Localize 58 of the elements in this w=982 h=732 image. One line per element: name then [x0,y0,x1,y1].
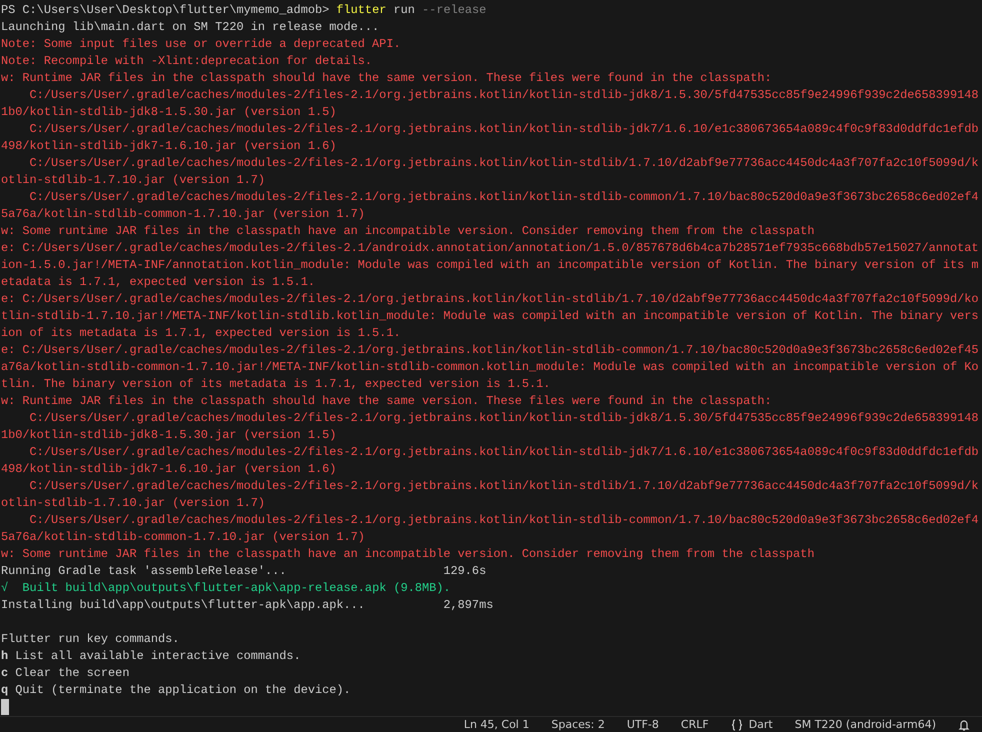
error-line: otlin-stdlib-1.7.10.jar (version 1.7) [1,173,266,187]
error-line: a76a/kotlin-stdlib-common-1.7.10.jar!/META-INF/kotlin-stdlib-common.kotlin_module: Module was compiled with an incompatible version of Ko [1,360,979,374]
error-line: e: C:/Users/User/.gradle/caches/modules-2/files-2.1/org.jetbrains.kotlin/kotlin-stdlib/1.7.10/d2abf9e77736acc4450dc4a3f707fa2c10f5099d/ko [1,292,979,306]
key-description: Quit (terminate the application on the device). [15,683,351,697]
error-line: w: Some runtime JAR files in the classpath have an incompatible version. Consider removing them from the classpath [1,224,814,238]
duration-text: 2,897ms [443,598,494,612]
error-line: otlin-stdlib-1.7.10.jar (version 1.7) [1,496,266,510]
status-item[interactable]: SM T220 (android-arm64) [794,718,936,731]
command-argument: run [393,3,415,17]
prompt-path: PS C:\Users\User\Desktop\flutter\mymemo_admob> [1,3,330,17]
error-line: 5a76a/kotlin-stdlib-common-1.7.10.jar (version 1.7) [1,207,365,221]
error-line: etadata is 1.7.1, expected version is 1.5.1. [1,275,315,289]
error-line: C:/Users/User/.gradle/caches/modules-2/files-2.1/org.jetbrains.kotlin/kotlin-stdlib/1.7.10/d2abf9e77736acc4450dc4a3f707fa2c10f5099d/k [28,156,979,170]
error-line: 1b0/kotlin-stdlib-jdk8-1.5.30.jar (version 1.5) [1,105,336,119]
error-line: C:/Users/User/.gradle/caches/modules-2/files-2.1/org.jetbrains.kotlin/kotlin-stdlib-common/1.7.10/bac80c520d0a9e3f3673bc2658c6ed02ef4 [28,513,979,527]
command-name: flutter [336,3,386,17]
error-line: C:/Users/User/.gradle/caches/modules-2/files-2.1/org.jetbrains.kotlin/kotlin-stdlib-jdk7/1.6.10/e1c380673654a089c4f0c9f83d0ddfdc1efdb [28,122,979,136]
bell-icon[interactable] [958,718,970,730]
error-line: 498/kotlin-stdlib-jdk7-1.6.10.jar (version 1.6) [1,139,336,153]
key-letter: h [1,649,8,663]
terminal-cursor [1,699,9,715]
error-line: C:/Users/User/.gradle/caches/modules-2/files-2.1/org.jetbrains.kotlin/kotlin-stdlib-jdk8/1.5.30/5fd47535cc85f9e24996f939c2de658399148 [28,88,979,102]
output-line: Running Gradle task 'assembleRelease'... [1,563,288,580]
flag-text: --release [422,3,486,17]
output-line: Flutter run key commands. [1,632,180,646]
error-line: tlin-stdlib-1.7.10.jar!/META-INF/kotlin-stdlib.kotlin_module: Module was compiled with an incompatible version of Kotlin. The binary vers [1,309,979,323]
error-line: C:/Users/User/.gradle/caches/modules-2/files-2.1/org.jetbrains.kotlin/kotlin-stdlib-jdk8/1.5.30/5fd47535cc85f9e24996f939c2de658399148 [28,411,979,425]
status-item[interactable]: Dart [730,718,773,731]
output-line: Installing build\app\outputs\flutter-apk\app.apk... [1,597,366,614]
error-line: e: C:/Users/User/.gradle/caches/modules-2/files-2.1/org.jetbrains.kotlin/kotlin-stdlib-common/1.7.10/bac80c520d0a9e3f3673bc2658c6ed02ef45 [1,343,979,357]
key-description: List all available interactive commands. [15,649,301,663]
check-mark: √ [1,581,8,595]
key-letter: c [1,666,8,680]
status-item[interactable]: UTF-8 [626,718,659,731]
error-line: w: Some runtime JAR files in the classpath have an incompatible version. Consider removing them from the classpath [1,547,814,561]
success-line: Built build\app\outputs\flutter-apk\app-release.apk (9.8MB). [22,581,451,595]
error-line: 5a76a/kotlin-stdlib-common-1.7.10.jar (version 1.7) [1,530,365,544]
error-line: Note: Recompile with -Xlint:deprecation for details. [1,54,372,68]
error-line: C:/Users/User/.gradle/caches/modules-2/files-2.1/org.jetbrains.kotlin/kotlin-stdlib/1.7.10/d2abf9e77736acc4450dc4a3f707fa2c10f5099d/k [28,479,979,493]
status-item[interactable]: Ln 45, Col 1 [464,718,530,731]
error-line: C:/Users/User/.gradle/caches/modules-2/files-2.1/org.jetbrains.kotlin/kotlin-stdlib-jdk7/1.6.10/e1c380673654a089c4f0c9f83d0ddfdc1efdb [28,445,979,459]
error-line: tlin. The binary version of its metadata is 1.7.1, expected version is 1.5.1. [1,377,550,391]
error-line: 1b0/kotlin-stdlib-jdk8-1.5.30.jar (version 1.5) [1,428,336,442]
key-letter: q [1,683,8,697]
duration-text: 129.6s [443,564,486,578]
braces-icon [730,718,743,730]
error-line: ion-1.5.0.jar!/META-INF/annotation.kotlin_module: Module was compiled with an incompatible version of Kotlin. The binary version of its m [1,258,979,272]
output-line: Launching lib\main.dart on SM T220 in release mode... [1,20,380,34]
error-line: e: C:/Users/User/.gradle/caches/modules-2/files-2.1/androidx.annotation/annotation/1.5.0/857678d6b4ca7b28571ef7935c668bdb57e15027/annotat [1,241,979,255]
error-line: w: Runtime JAR files in the classpath should have the same version. These files were found in the classpath: [1,71,772,85]
error-line: C:/Users/User/.gradle/caches/modules-2/files-2.1/org.jetbrains.kotlin/kotlin-stdlib-common/1.7.10/bac80c520d0a9e3f3673bc2658c6ed02ef4 [28,190,979,204]
key-description: Clear the screen [15,666,130,680]
error-line: Note: Some input files use or override a deprecated API. [1,37,401,51]
status-item[interactable]: Spaces: 2 [551,718,605,731]
error-line: w: Runtime JAR files in the classpath should have the same version. These files were found in the classpath: [1,394,772,408]
status-item[interactable]: CRLF [680,718,709,731]
error-line: 498/kotlin-stdlib-jdk7-1.6.10.jar (version 1.6) [1,462,336,476]
error-line: ion of its metadata is 1.7.1, expected version is 1.5.1. [1,326,401,340]
